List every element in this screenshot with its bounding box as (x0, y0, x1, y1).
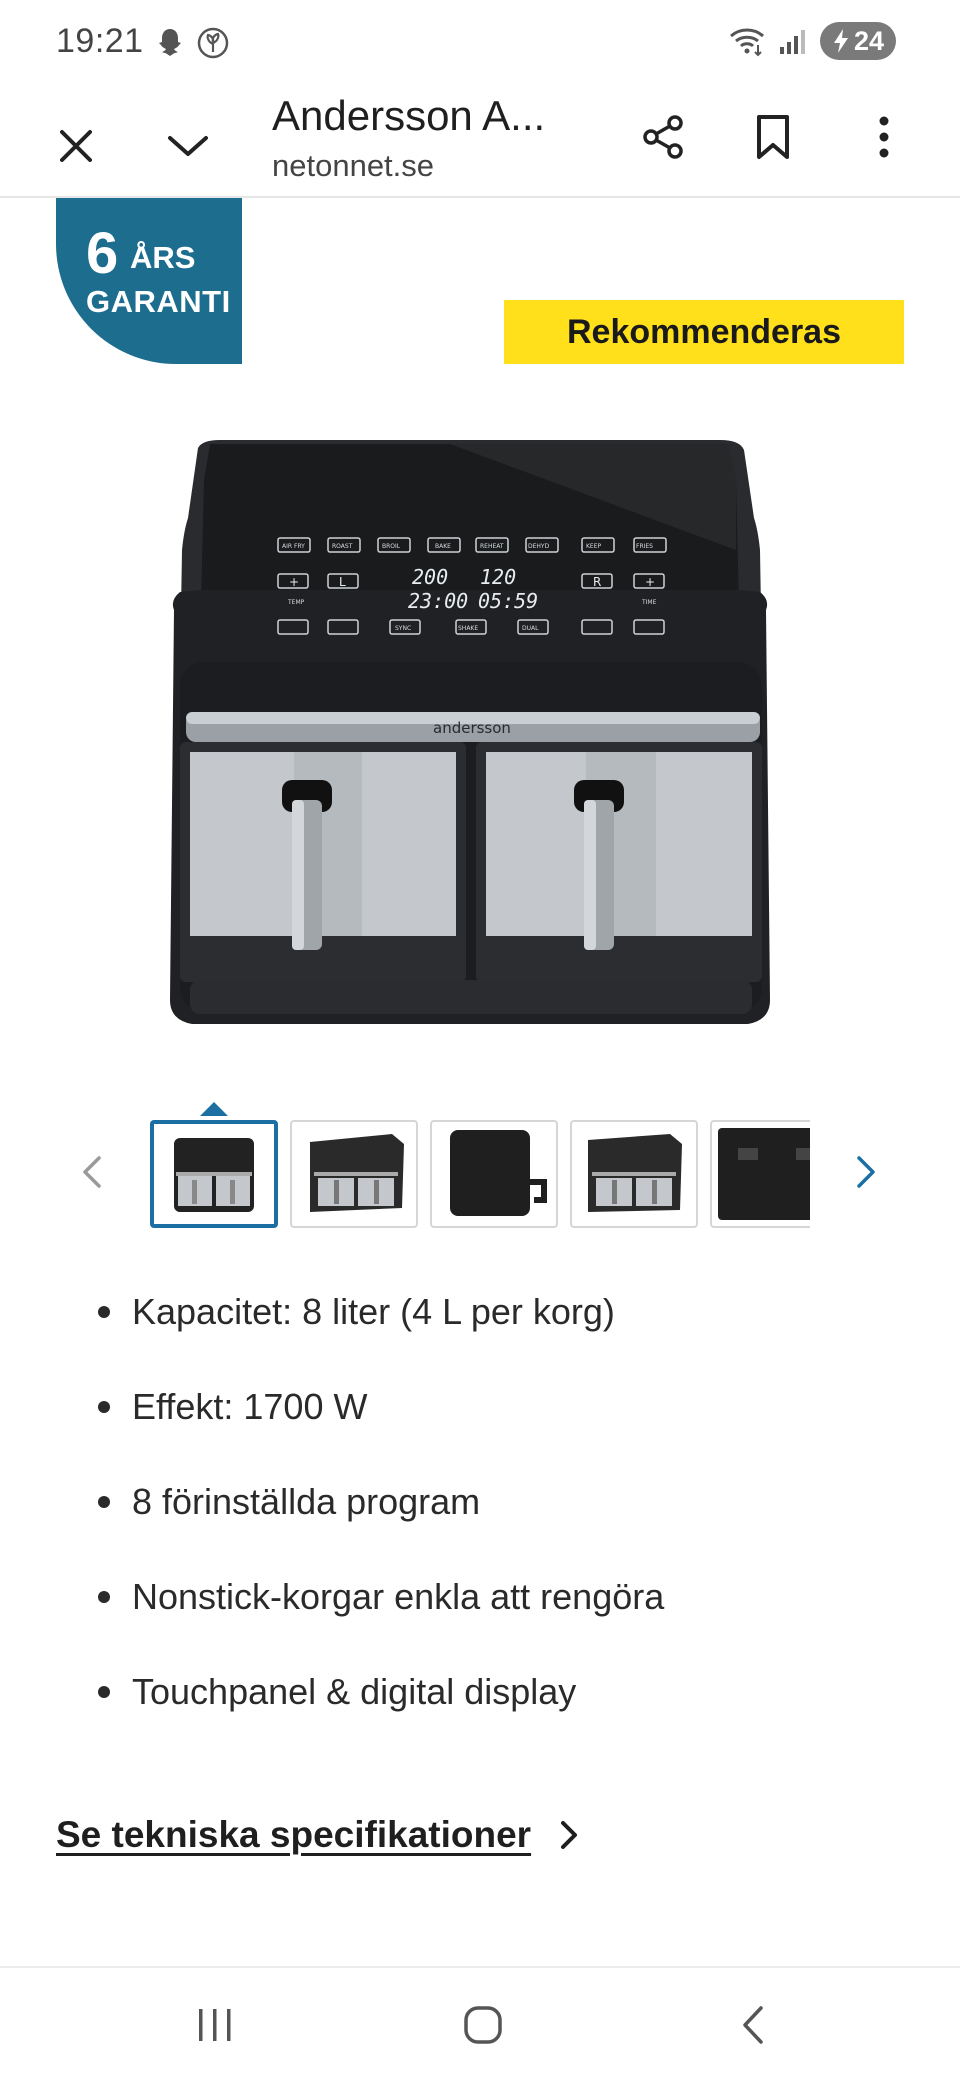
svg-text:R: R (593, 575, 601, 589)
leaf-icon (197, 27, 229, 59)
page-domain: netonnet.se (272, 148, 435, 183)
svg-text:L: L (339, 575, 346, 589)
feature-list: Kapacitet: 8 liter (4 L per korg) Effekt… (98, 1292, 918, 1767)
battery-level: 24 (853, 25, 884, 56)
svg-text:andersson: andersson (433, 719, 511, 737)
more-options-button[interactable] (854, 104, 914, 170)
share-button[interactable] (630, 104, 696, 170)
svg-text:SHAKE: SHAKE (458, 625, 478, 632)
feature-item: Effekt: 1700 W (98, 1387, 918, 1482)
svg-text:DEHYD: DEHYD (528, 543, 550, 550)
back-icon (743, 2006, 763, 2044)
notification-icons (154, 26, 230, 60)
battery-indicator: 24 (819, 22, 896, 60)
svg-text:200: 200 (412, 565, 448, 589)
charging-bolt-icon (833, 29, 848, 53)
custom-tab-toolbar: Andersson A... netonnet.se (0, 84, 960, 198)
status-time: 19:21 (56, 22, 144, 60)
air-fryer-illustration: AIR FRY ROAST BROIL BAKE REHEAT DEHYD KE… (170, 440, 770, 1024)
thumbnail-airfryer-open (588, 1134, 682, 1212)
chevron-down-icon (168, 136, 208, 156)
svg-text:120: 120 (480, 565, 516, 589)
svg-text:ROAST: ROAST (332, 543, 353, 550)
system-icons: 24 (728, 22, 896, 60)
feature-item: Nonstick-korgar enkla att rengöra (98, 1577, 918, 1672)
gallery-next-button[interactable] (846, 1150, 886, 1194)
svg-text:FRIES: FRIES (636, 543, 653, 550)
thumbnail-2[interactable] (290, 1120, 418, 1228)
thumbnail-airfryer-front (174, 1138, 254, 1212)
back-button[interactable] (728, 2002, 778, 2048)
svg-text:05:59: 05:59 (478, 589, 538, 613)
feature-item: 8 förinställda program (98, 1482, 918, 1577)
thumbnail-airfryer-back (718, 1128, 810, 1220)
chevron-right-icon (561, 1821, 578, 1849)
feature-item: Touchpanel & digital display (98, 1672, 918, 1767)
thumbnail-strip (148, 1116, 810, 1230)
recent-apps-icon (199, 2009, 231, 2041)
thumbnail-5[interactable] (710, 1120, 810, 1228)
recommended-badge: Rekommenderas (504, 300, 904, 364)
svg-text:+: + (645, 575, 655, 589)
svg-text:BAKE: BAKE (435, 543, 451, 550)
svg-text:KEEP: KEEP (586, 543, 602, 550)
recent-apps-button[interactable] (190, 2002, 240, 2048)
technical-specs-label: Se tekniska specifikationer (56, 1814, 532, 1855)
gallery-prev-button[interactable] (72, 1150, 112, 1194)
warranty-years-number: 6 (86, 221, 119, 286)
svg-text:AIR FRY: AIR FRY (282, 543, 305, 550)
status-bar: 19:21 24 (0, 0, 960, 84)
thumbnail-4[interactable] (570, 1120, 698, 1228)
signal-icon (779, 30, 805, 54)
svg-text:+: + (289, 575, 299, 589)
wifi-icon (729, 28, 764, 57)
svg-text:TIME: TIME (641, 599, 657, 606)
chevron-right-icon (857, 1156, 875, 1188)
close-icon (60, 130, 92, 162)
technical-specs-link[interactable]: Se tekniska specifikationer (56, 1814, 579, 1856)
svg-text:SYNC: SYNC (395, 625, 411, 632)
svg-text:DUAL: DUAL (522, 625, 539, 632)
image-gallery (0, 1110, 960, 1230)
share-icon (643, 115, 683, 159)
svg-text:BROIL: BROIL (382, 543, 401, 550)
chevron-left-icon (83, 1156, 101, 1188)
thumbnail-airfryer-side (450, 1130, 547, 1216)
svg-text:REHEAT: REHEAT (480, 543, 504, 550)
bookmark-icon (757, 115, 789, 159)
home-icon (464, 2006, 502, 2044)
warranty-years-label: ÅRS (130, 240, 196, 275)
svg-text:23:00: 23:00 (408, 589, 468, 613)
svg-text:TEMP: TEMP (287, 599, 305, 606)
minimize-button[interactable] (156, 114, 220, 178)
home-button[interactable] (458, 2002, 508, 2048)
page-title: Andersson A... (272, 92, 546, 139)
bookmark-button[interactable] (740, 104, 806, 170)
feature-item: Kapacitet: 8 liter (4 L per korg) (98, 1292, 918, 1387)
thumbnail-airfryer-angle (310, 1134, 404, 1212)
more-vert-icon (879, 116, 889, 158)
snapchat-icon (159, 29, 181, 56)
product-image[interactable]: AIR FRY ROAST BROIL BAKE REHEAT DEHYD KE… (150, 440, 790, 1032)
thumbnail-3[interactable] (430, 1120, 558, 1228)
system-navigation-bar (0, 1968, 960, 2080)
warranty-badge: 6 ÅRS GARANTI (56, 198, 242, 364)
thumbnail-1[interactable] (150, 1120, 278, 1228)
warranty-label: GARANTI (86, 284, 231, 319)
close-button[interactable] (44, 114, 108, 178)
